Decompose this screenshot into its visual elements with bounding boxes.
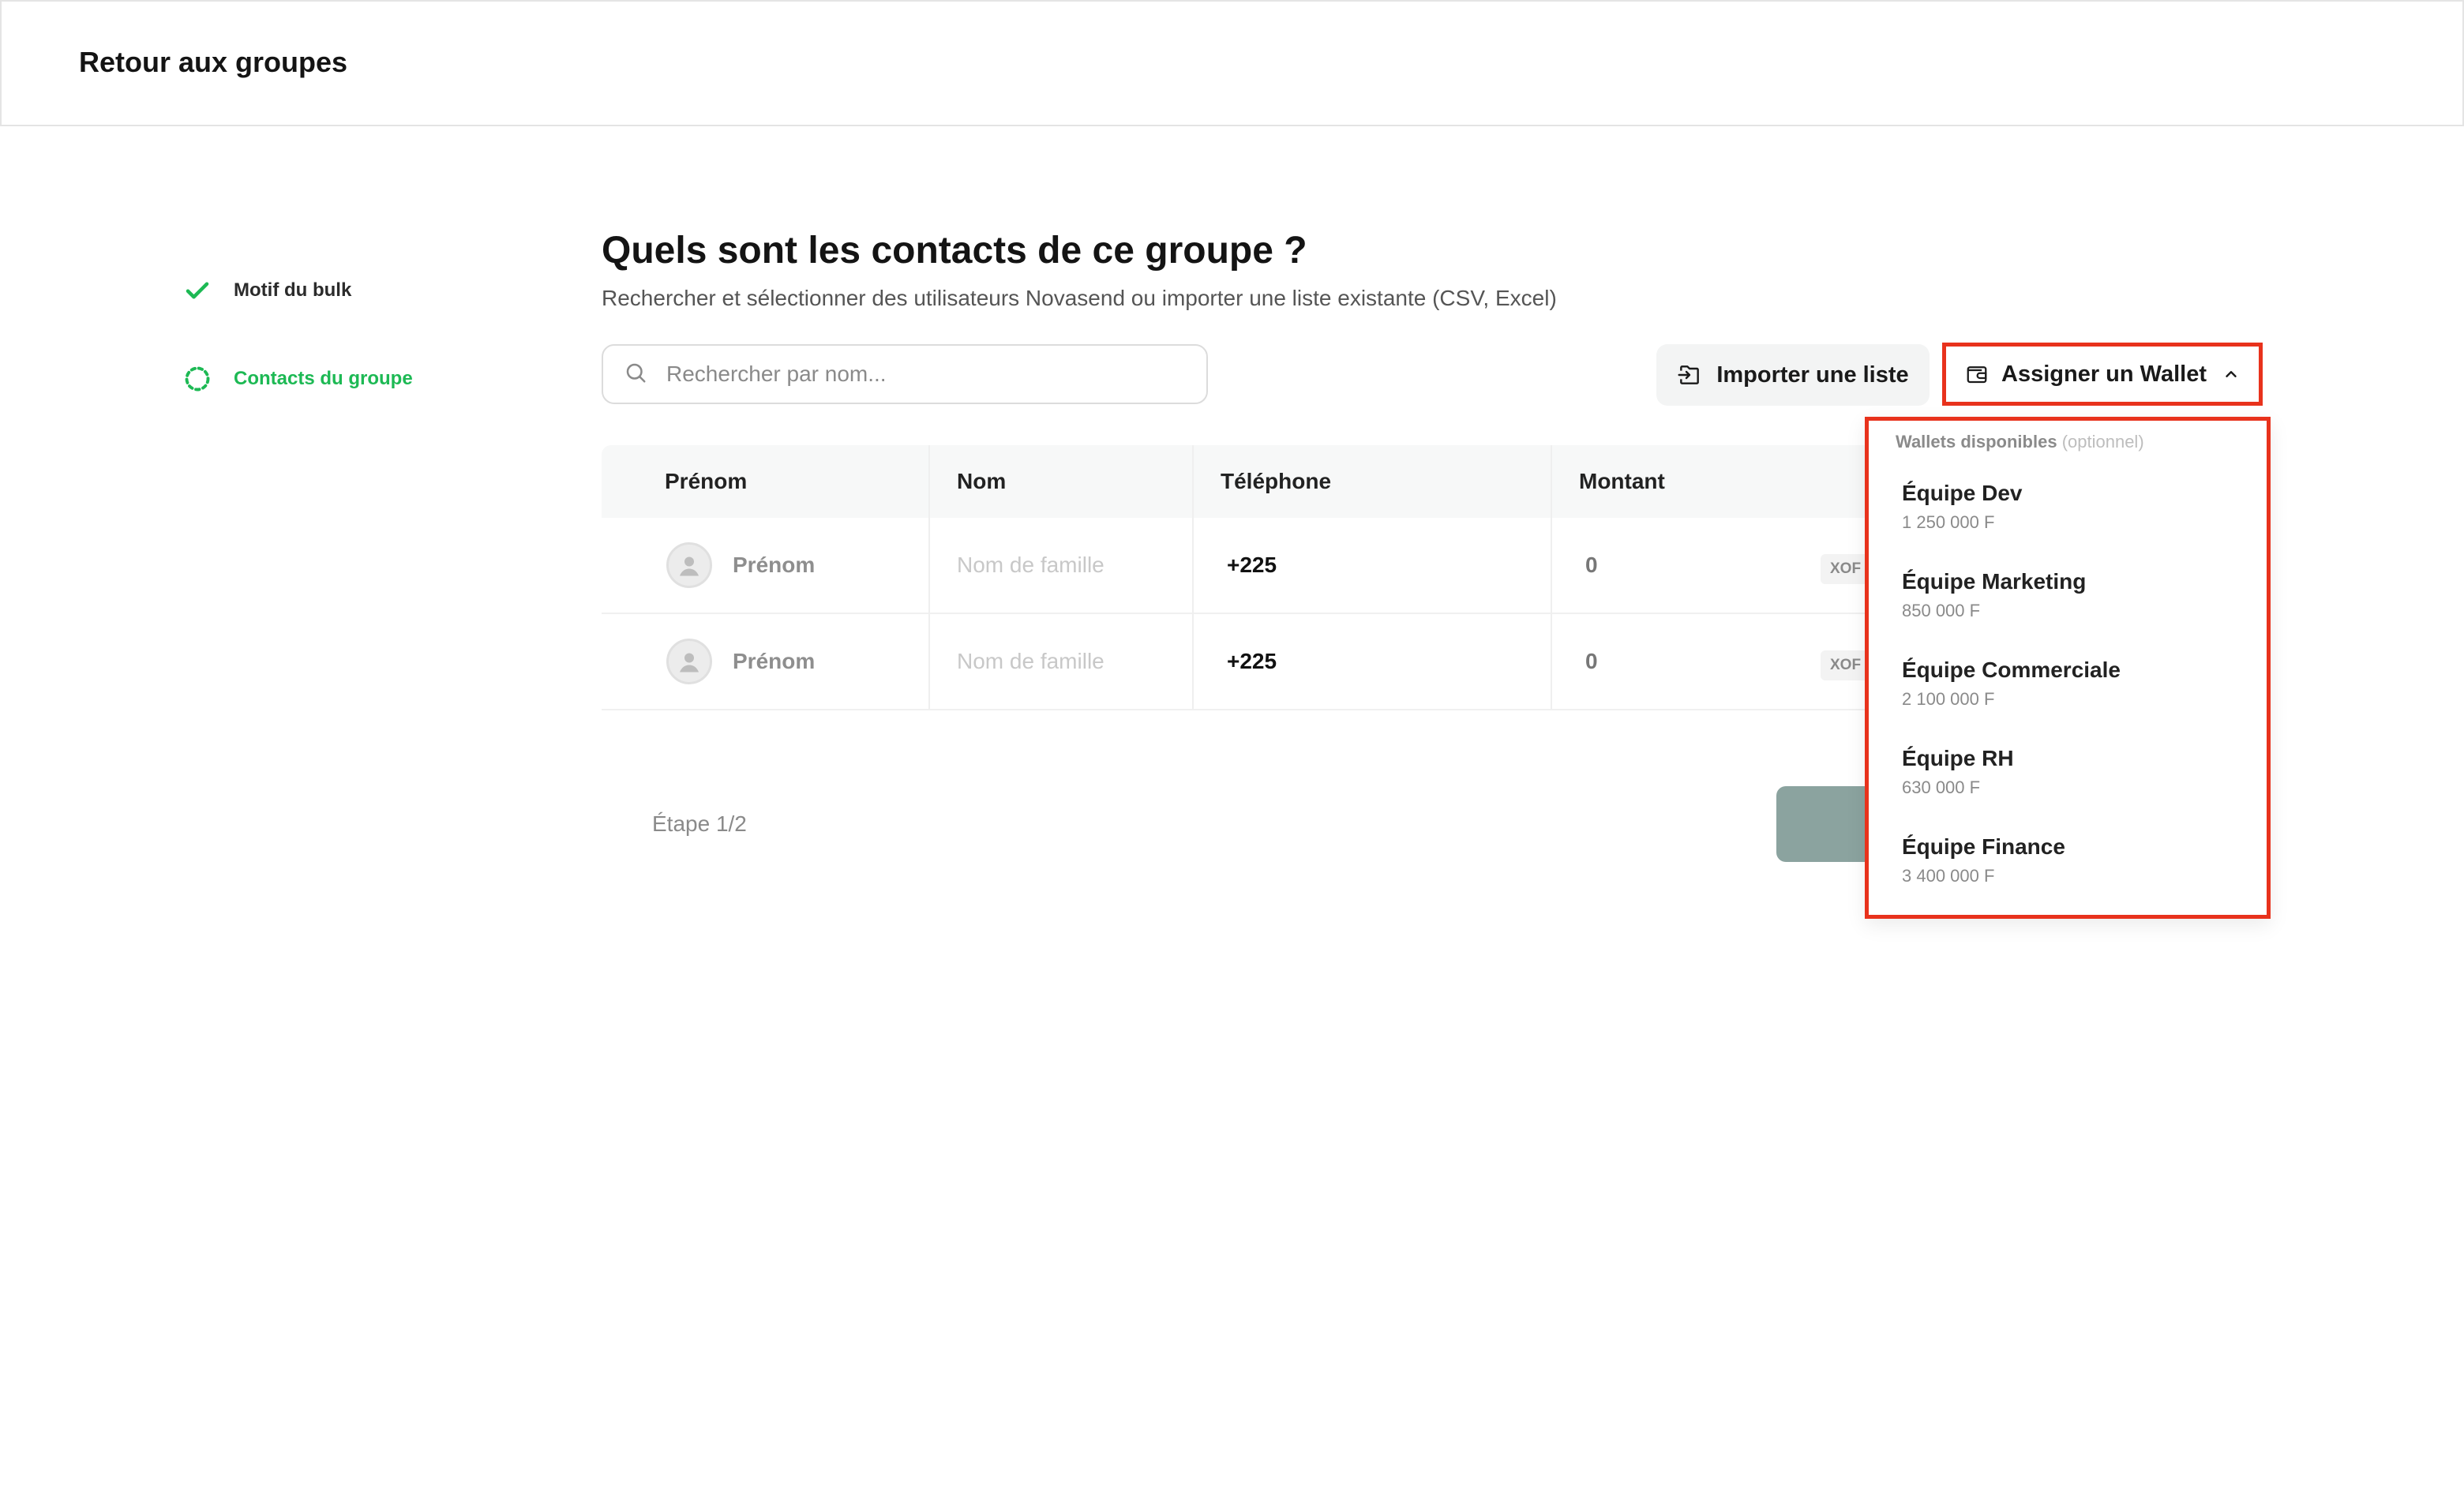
dropdown-header-label: Wallets disponibles [1896, 432, 2057, 452]
wallet-name: Équipe RH [1902, 746, 2014, 770]
step-indicator: Étape 1/2 [652, 811, 747, 836]
table-header: Prénom Nom Téléphone Montant [602, 445, 1881, 518]
column-header-montant: Montant [1551, 445, 1881, 518]
nom-value: Nom de famille [957, 553, 1104, 577]
wallet-name: Équipe Dev [1902, 481, 2023, 505]
back-to-groups-link[interactable]: Retour aux groupes [79, 46, 347, 79]
step-label: Contacts du groupe [234, 368, 413, 389]
page-title: Quels sont les contacts de ce groupe ? [602, 230, 1307, 272]
wallet-balance: 3 400 000 F [1902, 866, 1995, 886]
wallet-balance: 2 100 000 F [1902, 689, 1995, 709]
montant-value: 0 [1585, 553, 1598, 577]
wallet-icon [1965, 362, 1989, 386]
nom-cell[interactable]: Nom de famille [928, 517, 1192, 613]
wallet-name: Équipe Marketing [1902, 569, 2087, 594]
telephone-cell[interactable]: +225 [1192, 613, 1551, 710]
page: Retour aux groupes Motif du bulk Contact… [0, 0, 2464, 1510]
wallet-option[interactable]: Équipe RH 630 000 F [1902, 746, 2014, 798]
column-header-nom: Nom [928, 445, 1192, 518]
search-icon [624, 361, 647, 388]
step-motif[interactable]: Motif du bulk [182, 275, 351, 306]
step-label: Motif du bulk [234, 279, 352, 301]
montant-value: 0 [1585, 649, 1598, 673]
loading-dots-icon [182, 363, 213, 395]
wallet-option[interactable]: Équipe Finance 3 400 000 F [1902, 834, 2065, 886]
chevron-up-icon [2222, 365, 2240, 383]
dropdown-header: Wallets disponibles (optionnel) [1896, 432, 2144, 452]
telephone-value: +225 [1227, 553, 1277, 577]
wallet-option[interactable]: Équipe Dev 1 250 000 F [1902, 481, 2022, 533]
wallet-name: Équipe Commerciale [1902, 658, 2121, 682]
nom-value: Nom de famille [957, 649, 1104, 673]
check-icon [182, 275, 213, 306]
wallet-option[interactable]: Équipe Marketing 850 000 F [1902, 569, 2086, 621]
table-row: Prénom Nom de famille +225 0 [602, 613, 1881, 710]
top-bar: Retour aux groupes [0, 0, 2464, 126]
currency-badge[interactable]: XOF [1821, 554, 1871, 584]
nom-cell[interactable]: Nom de famille [928, 613, 1192, 710]
prenom-value: Prénom [733, 553, 816, 577]
wallet-balance: 630 000 F [1902, 777, 1981, 797]
assign-wallet-button[interactable]: Assigner un Wallet [1942, 343, 2263, 406]
telephone-cell[interactable]: +225 [1192, 517, 1551, 613]
prenom-value: Prénom [733, 649, 816, 673]
prenom-cell[interactable]: Prénom [602, 517, 928, 613]
dropdown-header-optional: (optionnel) [2061, 432, 2144, 452]
wallet-option[interactable]: Équipe Commerciale 2 100 000 F [1902, 658, 2121, 710]
contacts-table: Prénom Nom Téléphone Montant Prénom Nom … [602, 445, 1881, 710]
import-list-label: Importer une liste [1716, 362, 1909, 388]
wallet-dropdown: Wallets disponibles (optionnel) Équipe D… [1865, 417, 2271, 919]
import-file-icon [1677, 362, 1702, 388]
step-contacts[interactable]: Contacts du groupe [182, 363, 413, 395]
avatar [666, 639, 712, 684]
currency-badge[interactable]: XOF [1821, 650, 1871, 680]
prenom-cell[interactable]: Prénom [602, 613, 928, 710]
column-header-telephone: Téléphone [1192, 445, 1551, 518]
wallet-balance: 1 250 000 F [1902, 512, 1995, 532]
import-list-button[interactable]: Importer une liste [1656, 344, 1930, 406]
table-row: Prénom Nom de famille +225 0 [602, 517, 1881, 614]
search-input[interactable] [666, 362, 1172, 387]
wallet-balance: 850 000 F [1902, 601, 1981, 620]
column-header-prenom: Prénom [665, 469, 748, 493]
avatar [666, 542, 712, 588]
search-box[interactable] [602, 344, 1208, 404]
telephone-value: +225 [1227, 649, 1277, 673]
assign-wallet-label: Assigner un Wallet [2001, 361, 2207, 387]
wallet-name: Équipe Finance [1902, 834, 2065, 859]
page-subtitle: Rechercher et sélectionner des utilisate… [602, 286, 1557, 310]
